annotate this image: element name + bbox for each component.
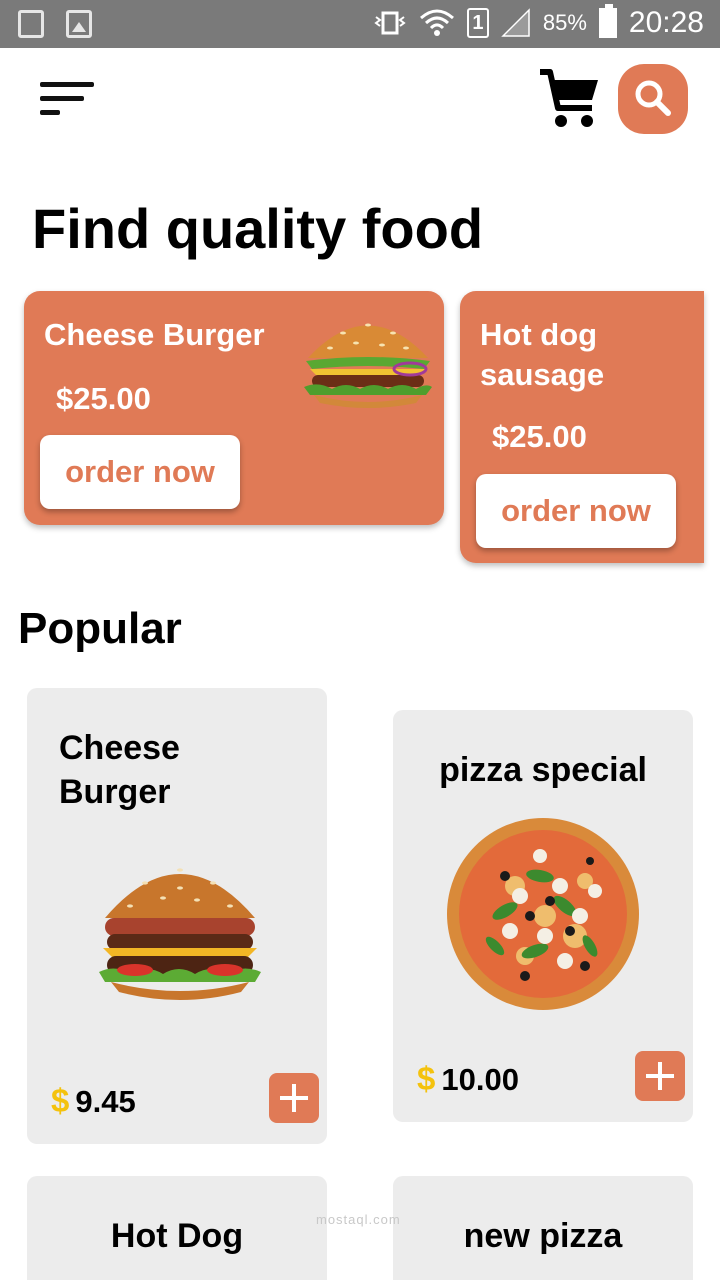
- burger-image: [304, 323, 432, 408]
- search-button[interactable]: [618, 64, 688, 134]
- section-title-popular: Popular: [18, 604, 182, 653]
- page-title: Find quality food: [32, 197, 484, 260]
- popular-card[interactable]: pizza special $ 10.00: [393, 710, 693, 1122]
- featured-card[interactable]: Cheese Burger $25.00 order now: [24, 291, 444, 525]
- status-bar: 1 85% 20:28: [0, 0, 720, 48]
- vibrate-icon: [374, 11, 406, 35]
- order-now-button[interactable]: order now: [40, 435, 240, 509]
- sim-icon: 1: [466, 8, 489, 38]
- featured-name: Cheese Burger: [44, 317, 265, 352]
- featured-price: $25.00: [56, 381, 151, 416]
- menu-icon[interactable]: [40, 80, 96, 120]
- popular-item-name: pizza special: [439, 751, 647, 789]
- popular-item-price: $ 9.45: [51, 1082, 136, 1119]
- battery-icon: [598, 4, 617, 38]
- watermark: mostaql.com: [316, 1212, 401, 1227]
- battery-percent: 85%: [542, 10, 587, 35]
- featured-name: Hot dog sausage: [480, 317, 605, 392]
- popular-card[interactable]: Hot Dog: [27, 1176, 327, 1280]
- popular-item-name: Cheese Burger: [59, 729, 180, 811]
- image-icon: [66, 10, 92, 38]
- add-button[interactable]: [635, 1051, 685, 1101]
- pizza-image: [447, 818, 639, 1010]
- featured-card[interactable]: Hot dog sausage $25.00 order now: [460, 291, 704, 563]
- clock: 20:28: [628, 6, 704, 39]
- dollar-icon: $: [417, 1060, 436, 1097]
- search-icon: [635, 80, 671, 116]
- add-button[interactable]: [269, 1073, 319, 1123]
- recycle-icon: [18, 10, 44, 38]
- wifi-icon: [419, 9, 454, 36]
- burger-image: [99, 868, 261, 1000]
- popular-item-price: $ 10.00: [417, 1060, 519, 1097]
- cart-icon[interactable]: [536, 66, 602, 132]
- signal-icon: [501, 8, 530, 37]
- popular-item-name: new pizza: [463, 1217, 623, 1255]
- popular-card[interactable]: new pizza: [393, 1176, 693, 1280]
- order-now-button[interactable]: order now: [476, 474, 676, 548]
- popular-card[interactable]: Cheese Burger $ 9.45: [27, 688, 327, 1144]
- dollar-icon: $: [51, 1082, 70, 1119]
- featured-price: $25.00: [492, 419, 587, 454]
- popular-item-name: Hot Dog: [110, 1217, 244, 1255]
